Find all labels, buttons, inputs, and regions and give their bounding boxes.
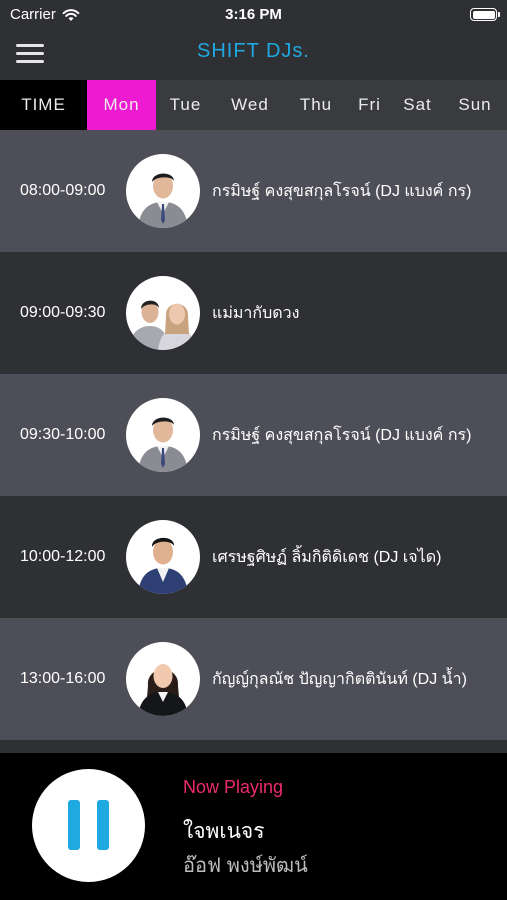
tab-tue[interactable]: Tue [156,80,215,130]
slot-time: 13:00-16:00 [20,670,106,687]
now-playing-bar: Now Playing ใจพเนจร อ๊อฟ พงษ์พัฒน์ [0,753,507,900]
dj-avatar [126,520,200,594]
tab-sun[interactable]: Sun [443,80,507,130]
battery-icon [470,8,500,21]
tab-wed[interactable]: Wed [215,80,285,130]
pause-icon [68,800,80,850]
tab-time-header: TIME [0,80,87,130]
tab-thu[interactable]: Thu [285,80,347,130]
slot-time: 09:00-09:30 [20,304,106,321]
nav-bar: SHIFT DJs. [0,30,507,80]
page-title: SHIFT DJs. [197,40,310,62]
song-title: ใจพเนจร [183,820,265,843]
slot-time: 08:00-09:00 [20,182,106,199]
dj-avatar [126,154,200,228]
status-time: 3:16 PM [225,6,282,23]
dj-name: กัญญ์กุลณัช ปัญญากิตตินันท์ (DJ น้ำ) [212,670,467,688]
status-bar: Carrier 3:16 PM [0,0,507,30]
dj-name: แม่มากับดวง [212,304,300,322]
dj-name: กรมิษฐ์ คงสุขสกุลโรจน์ (DJ แบงค์ กร) [212,182,472,200]
song-artist: อ๊อฟ พงษ์พัฒน์ [183,855,308,877]
day-tabs: TIME Mon Tue Wed Thu Fri Sat Sun [0,80,507,130]
dj-avatar [126,276,200,350]
now-playing-label: Now Playing [183,777,284,797]
tab-mon[interactable]: Mon [87,80,156,130]
pause-button[interactable] [32,769,145,882]
dj-avatar [126,642,200,716]
dj-name: กรมิษฐ์ คงสุขสกุลโรจน์ (DJ แบงค์ กร) [212,426,472,444]
schedule-row[interactable]: 10:00-12:00 เศรษฐศิษฏ์ ลิ้มกิติดิเดช (DJ… [0,496,507,618]
slot-time: 09:30-10:00 [20,426,106,443]
app-screen: Carrier 3:16 PM SHIFT DJs. TIME Mon Tue … [0,0,507,900]
tab-fri[interactable]: Fri [347,80,392,130]
dj-name: เศรษฐศิษฏ์ ลิ้มกิติดิเดช (DJ เจได) [212,548,442,566]
slot-time: 10:00-12:00 [20,548,106,565]
schedule-row[interactable]: 13:00-16:00 กัญญ์กุลณัช ปัญญากิตตินันท์ … [0,618,507,740]
schedule-row[interactable]: 09:30-10:00 กรมิษฐ์ คงสุขสกุลโรจน์ (DJ แ… [0,374,507,496]
schedule-row[interactable]: 08:00-09:00 กรมิษฐ์ คงสุขสกุลโรจน์ (DJ แ… [0,130,507,252]
tab-sat[interactable]: Sat [392,80,443,130]
schedule-list[interactable]: 08:00-09:00 กรมิษฐ์ คงสุขสกุลโรจน์ (DJ แ… [0,130,507,753]
dj-avatar [126,398,200,472]
schedule-row[interactable]: 09:00-09:30 แม่มากับดวง [0,252,507,374]
